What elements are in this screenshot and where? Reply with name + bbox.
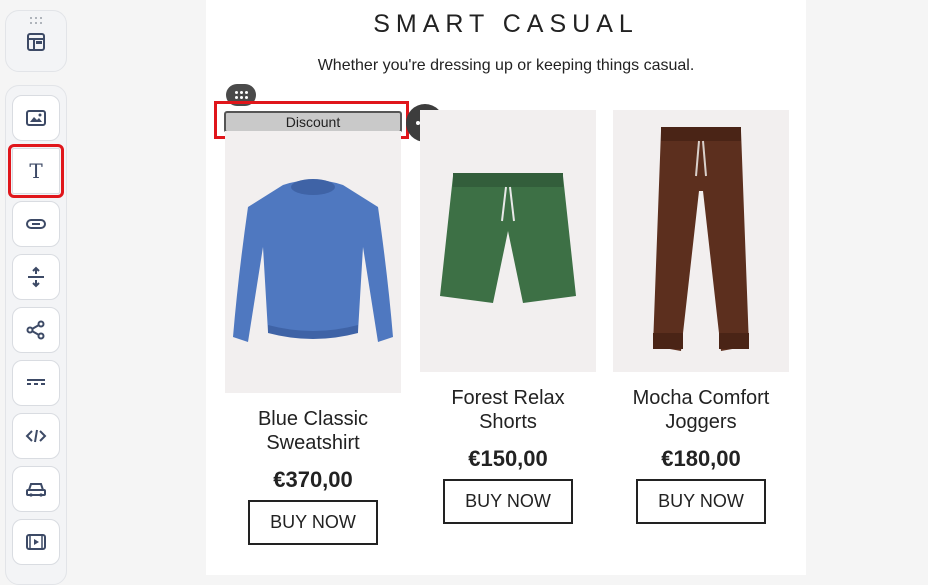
product-block-button[interactable]: [12, 466, 60, 512]
button-icon: [26, 219, 46, 229]
shorts-illustration: [440, 173, 576, 303]
product-card: Blue Classic Sweatshirt €370,00 BUY NOW: [225, 131, 401, 545]
section-title: SMART CASUAL: [373, 10, 639, 38]
product-name-line1: Blue Classic: [257, 408, 369, 430]
buy-now-button[interactable]: BUY NOW: [248, 500, 378, 545]
buy-now-button[interactable]: BUY NOW: [636, 479, 766, 524]
drag-grip-icon[interactable]: [30, 17, 44, 24]
section-subtitle: Whether you're dressing up or keeping th…: [317, 57, 695, 74]
product-name-line1: Forest Relax: [451, 387, 565, 409]
image-icon: [26, 110, 46, 126]
product-name: Mocha Comfort Joggers: [613, 386, 789, 434]
share-icon: [26, 320, 45, 340]
spacer-icon: [28, 266, 44, 288]
product-image[interactable]: [613, 110, 789, 372]
layout-tool-group: [5, 10, 67, 72]
buy-now-button[interactable]: BUY NOW: [443, 479, 573, 524]
code-icon: [25, 429, 47, 443]
product-price: €370,00: [273, 467, 353, 492]
spacer-block-button[interactable]: [12, 254, 60, 300]
product-image[interactable]: [420, 110, 596, 372]
email-canvas: SMART CASUAL Whether you're dressing up …: [206, 0, 806, 575]
joggers-illustration: [653, 127, 749, 351]
block-toolbar: T: [5, 85, 67, 585]
product-name-line2: Shorts: [479, 411, 537, 433]
product-price: €180,00: [661, 446, 741, 471]
text-block-button[interactable]: T: [8, 144, 64, 198]
text-icon: T: [29, 159, 43, 183]
product-name-line2: Sweatshirt: [266, 432, 360, 454]
image-block-button[interactable]: [12, 95, 60, 141]
html-block-button[interactable]: [12, 413, 60, 459]
product-name: Blue Classic Sweatshirt: [225, 407, 401, 455]
social-block-button[interactable]: [12, 307, 60, 353]
product-image[interactable]: [225, 131, 401, 393]
product-name: Forest Relax Shorts: [420, 386, 596, 434]
product-price: €150,00: [468, 446, 548, 471]
drag-dots-icon: [234, 91, 248, 99]
product-name-line2: Joggers: [665, 411, 737, 433]
car-icon: [26, 483, 46, 497]
sweatshirt-illustration: [233, 179, 393, 342]
divider-block-button[interactable]: [12, 360, 60, 406]
product-card: Forest Relax Shorts €150,00 BUY NOW: [420, 110, 596, 524]
product-name-line1: Mocha Comfort: [632, 387, 770, 409]
video-block-button[interactable]: [12, 519, 60, 565]
discount-badge[interactable]: Discount: [224, 111, 402, 133]
divider-icon: [27, 379, 45, 385]
video-icon: [26, 534, 46, 550]
layout-icon[interactable]: [25, 31, 47, 58]
button-block-button[interactable]: [12, 201, 60, 247]
product-card: Mocha Comfort Joggers €180,00 BUY NOW: [613, 110, 789, 524]
